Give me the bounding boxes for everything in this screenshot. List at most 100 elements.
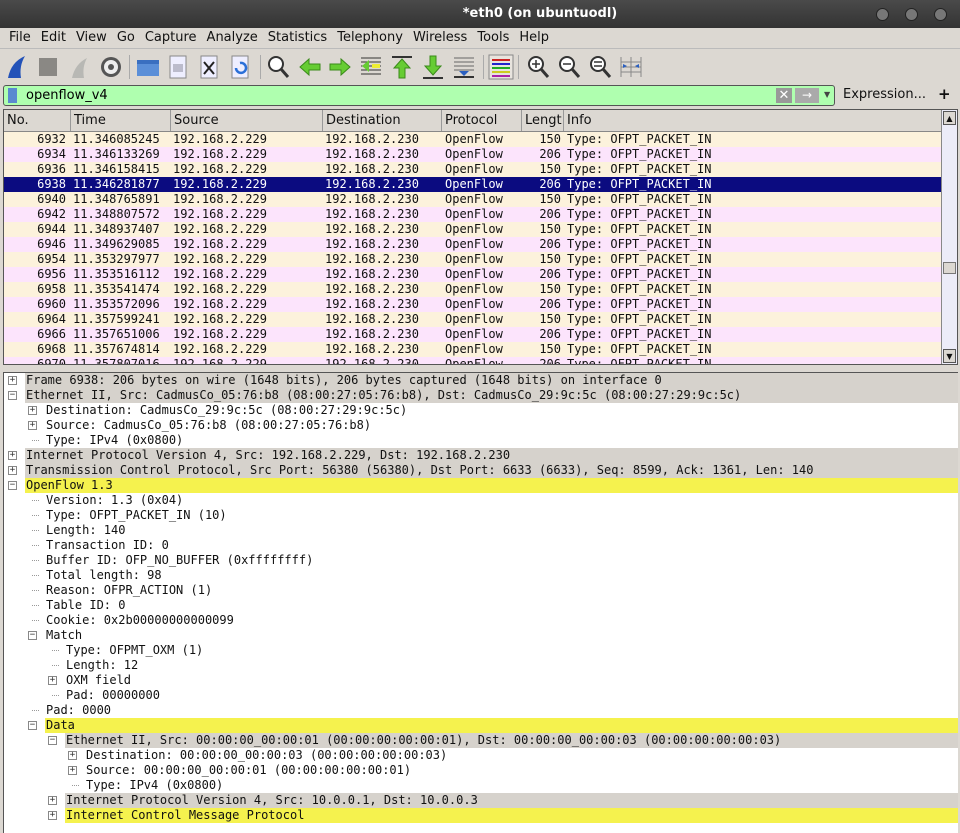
expand-icon[interactable]: + xyxy=(8,376,17,385)
packet-row[interactable]: 6942 11.348807572 192.168.2.229 192.168.2.2… xyxy=(4,207,942,222)
detail-tree-item[interactable]: + Transmission Control Protocol, Src Port… xyxy=(4,463,958,478)
packet-row[interactable]: 6956 11.353516112 192.168.2.229 192.168.2.2… xyxy=(4,267,942,282)
expand-icon[interactable]: + xyxy=(28,421,37,430)
restart-icon[interactable] xyxy=(67,54,93,80)
go-last-icon[interactable] xyxy=(420,54,446,80)
packet-row[interactable]: 6970 11.357807016 192.168.2.229 192.168.2.2… xyxy=(4,357,942,364)
close-file-icon[interactable] xyxy=(196,54,222,80)
expand-icon[interactable]: + xyxy=(48,676,57,685)
column-header-no[interactable]: No. xyxy=(4,110,71,131)
menu-analyze[interactable]: Analyze xyxy=(202,28,263,48)
menu-telephony[interactable]: Telephony xyxy=(332,28,408,48)
packet-row[interactable]: 6960 11.353572096 192.168.2.229 192.168.2.2… xyxy=(4,297,942,312)
expand-icon[interactable]: + xyxy=(68,766,77,775)
column-header-info[interactable]: Info xyxy=(564,110,942,131)
detail-tree-item[interactable]: Total length: 98 xyxy=(4,568,958,583)
go-back-icon[interactable] xyxy=(297,54,323,80)
menu-statistics[interactable]: Statistics xyxy=(263,28,332,48)
detail-tree-item[interactable]: Pad: 00000000 xyxy=(4,688,958,703)
menu-file[interactable]: File xyxy=(4,28,36,48)
go-to-packet-icon[interactable] xyxy=(358,54,384,80)
shark-fin-start-icon[interactable] xyxy=(5,54,31,80)
close-button[interactable] xyxy=(934,8,947,21)
detail-tree-item[interactable]: Buffer ID: OFP_NO_BUFFER (0xffffffff) xyxy=(4,553,958,568)
menu-edit[interactable]: Edit xyxy=(36,28,71,48)
scroll-down-button[interactable]: ▼ xyxy=(943,349,956,363)
detail-tree-item[interactable]: Type: IPv4 (0x0800) xyxy=(4,778,958,793)
detail-tree-item[interactable]: + Destination: CadmusCo_29:9c:5c (08:00:2… xyxy=(4,403,958,418)
detail-tree-item[interactable]: + Destination: 00:00:00_00:00:03 (00:00:0… xyxy=(4,748,958,763)
go-forward-icon[interactable] xyxy=(327,54,353,80)
detail-tree-item[interactable]: + Source: CadmusCo_05:76:b8 (08:00:27:05:… xyxy=(4,418,958,433)
packet-row[interactable]: 6966 11.357651006 192.168.2.229 192.168.2.2… xyxy=(4,327,942,342)
packet-row[interactable]: 6936 11.346158415 192.168.2.229 192.168.2.2… xyxy=(4,162,942,177)
detail-tree-item[interactable]: + OXM field xyxy=(4,673,958,688)
detail-tree-item[interactable]: + Internet Protocol Version 4, Src: 10.0.… xyxy=(4,793,958,808)
scrollbar-thumb[interactable] xyxy=(943,262,956,274)
packet-row[interactable]: 6964 11.357599241 192.168.2.229 192.168.2.2… xyxy=(4,312,942,327)
menu-view[interactable]: View xyxy=(71,28,112,48)
apply-filter-button[interactable]: → xyxy=(795,88,819,103)
expand-icon[interactable]: + xyxy=(48,811,57,820)
display-filter-input[interactable] xyxy=(26,87,766,104)
open-folder-icon[interactable] xyxy=(135,54,161,80)
maximize-button[interactable] xyxy=(905,8,918,21)
stop-icon[interactable] xyxy=(35,54,61,80)
detail-tree-item[interactable]: Transaction ID: 0 xyxy=(4,538,958,553)
detail-tree-item[interactable]: Version: 1.3 (0x04) xyxy=(4,493,958,508)
collapse-icon[interactable]: − xyxy=(48,736,57,745)
display-filter-field[interactable]: ✕ → ▼ xyxy=(3,85,835,106)
packet-row[interactable]: 6968 11.357674814 192.168.2.229 192.168.2.2… xyxy=(4,342,942,357)
packet-row[interactable]: 6944 11.348937407 192.168.2.229 192.168.2.2… xyxy=(4,222,942,237)
menu-capture[interactable]: Capture xyxy=(140,28,202,48)
menu-go[interactable]: Go xyxy=(112,28,140,48)
detail-tree-item[interactable]: Type: OFPMT_OXM (1) xyxy=(4,643,958,658)
expand-icon[interactable]: + xyxy=(68,751,77,760)
packet-list-scrollbar[interactable]: ▲ ▼ xyxy=(941,110,957,364)
packet-row[interactable]: 6946 11.349629085 192.168.2.229 192.168.2.2… xyxy=(4,237,942,252)
expand-icon[interactable]: + xyxy=(28,406,37,415)
expand-icon[interactable]: + xyxy=(8,451,17,460)
zoom-out-icon[interactable] xyxy=(556,54,582,80)
detail-tree-item[interactable]: − Data xyxy=(4,718,958,733)
menu-wireless[interactable]: Wireless xyxy=(408,28,472,48)
clear-filter-button[interactable]: ✕ xyxy=(776,88,792,103)
detail-tree-item[interactable]: Table ID: 0 xyxy=(4,598,958,613)
reload-file-icon[interactable] xyxy=(227,54,253,80)
column-header-source[interactable]: Source xyxy=(171,110,323,131)
column-header-protocol[interactable]: Protocol xyxy=(442,110,522,131)
resize-columns-icon[interactable] xyxy=(618,54,644,80)
detail-tree-item[interactable]: − OpenFlow 1.3 xyxy=(4,478,958,493)
expand-icon[interactable]: + xyxy=(8,466,17,475)
detail-tree-item[interactable]: Length: 12 xyxy=(4,658,958,673)
detail-tree-item[interactable]: − Ethernet II, Src: CadmusCo_05:76:b8 (08… xyxy=(4,388,958,403)
scroll-up-button[interactable]: ▲ xyxy=(943,111,956,125)
expand-icon[interactable]: + xyxy=(48,796,57,805)
find-packet-icon[interactable] xyxy=(265,54,291,80)
packet-row[interactable]: 6954 11.353297977 192.168.2.229 192.168.2.2… xyxy=(4,252,942,267)
detail-tree-item[interactable]: + Internet Protocol Version 4, Src: 192.1… xyxy=(4,448,958,463)
collapse-icon[interactable]: − xyxy=(8,391,17,400)
capture-options-icon[interactable] xyxy=(98,54,124,80)
autoscroll-icon[interactable] xyxy=(451,54,477,80)
packet-row[interactable]: 6958 11.353541474 192.168.2.229 192.168.2.2… xyxy=(4,282,942,297)
detail-tree-item[interactable]: − Match xyxy=(4,628,958,643)
minimize-button[interactable] xyxy=(876,8,889,21)
column-header-time[interactable]: Time xyxy=(71,110,171,131)
expression-button[interactable]: Expression... xyxy=(843,87,926,102)
go-first-icon[interactable] xyxy=(389,54,415,80)
menu-help[interactable]: Help xyxy=(514,28,554,48)
packet-row[interactable]: 6932 11.346085245 192.168.2.229 192.168.2.2… xyxy=(4,132,942,147)
detail-tree-item[interactable]: + Source: 00:00:00_00:00:01 (00:00:00:00:… xyxy=(4,763,958,778)
column-header-lengt[interactable]: Lengt xyxy=(522,110,564,131)
detail-tree-item[interactable]: Length: 140 xyxy=(4,523,958,538)
chevron-down-icon[interactable]: ▼ xyxy=(824,90,830,99)
column-header-destination[interactable]: Destination xyxy=(323,110,442,131)
detail-tree-item[interactable]: Type: IPv4 (0x0800) xyxy=(4,433,958,448)
collapse-icon[interactable]: − xyxy=(28,631,37,640)
colorize-icon[interactable] xyxy=(488,54,514,80)
packet-row[interactable]: 6934 11.346133269 192.168.2.229 192.168.2.2… xyxy=(4,147,942,162)
detail-tree-item[interactable]: − Ethernet II, Src: 00:00:00_00:00:01 (00… xyxy=(4,733,958,748)
packet-row[interactable]: 6940 11.348765891 192.168.2.229 192.168.2.2… xyxy=(4,192,942,207)
zoom-in-icon[interactable] xyxy=(525,54,551,80)
